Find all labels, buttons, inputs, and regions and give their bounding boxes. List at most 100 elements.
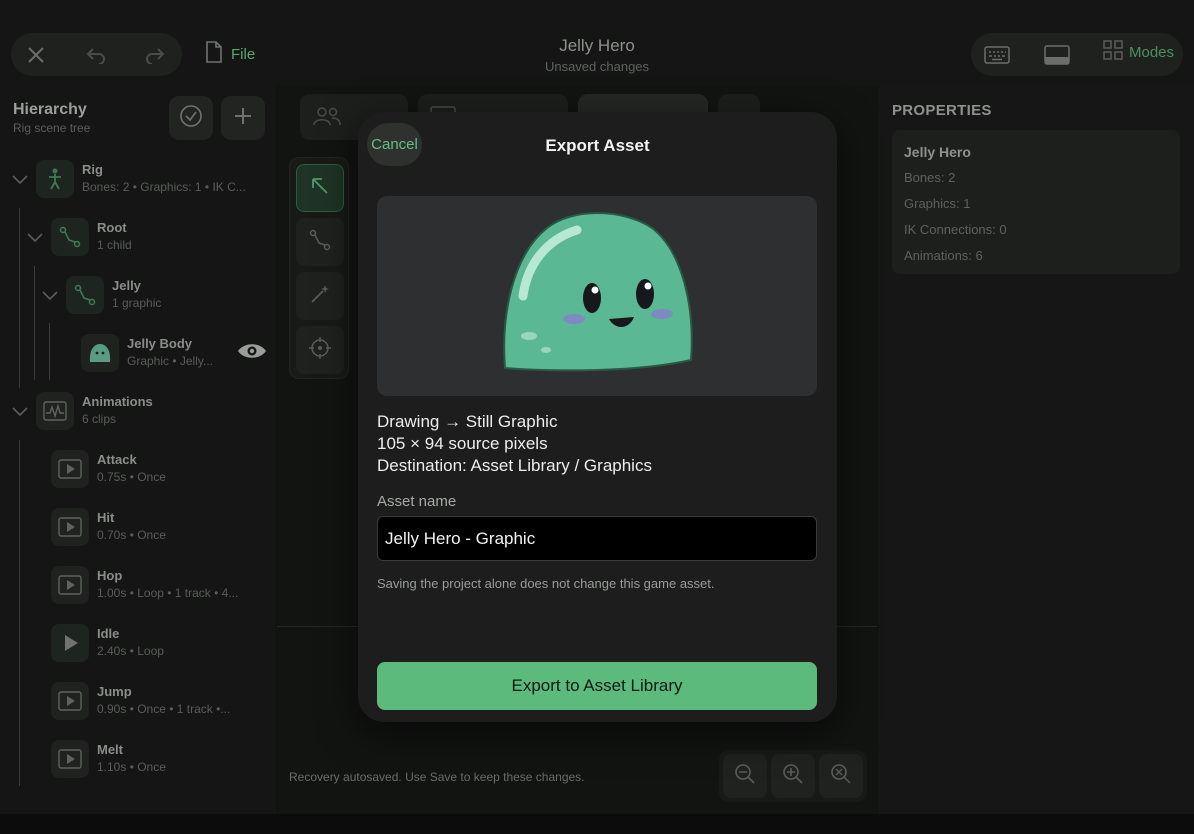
file-button[interactable]: File [205,40,255,68]
node-meta: Bones: 2 • Graphics: 1 • IK C... [82,180,246,194]
top-bar: File Jelly Hero Unsaved changes Modes [0,0,1194,86]
property-line: Graphics: 1 [904,196,971,211]
zoom-in-icon [782,763,804,790]
hierarchy-panel: Hierarchy Rig scene tree Rig Bones: 2 • … [0,86,276,814]
modes-label: Modes [1129,43,1175,61]
chevron-down-icon[interactable] [10,169,30,189]
zoom-out-button[interactable] [723,754,767,798]
source-size-info: 105 × 94 source pixels [377,434,548,453]
document-title-area: Jelly Hero Unsaved changes [447,36,747,74]
property-object-name: Jelly Hero [904,144,971,160]
clip-name: Idle [97,626,120,641]
clip-name: Melt [97,742,123,757]
node-name: Animations [82,394,153,409]
redo-icon[interactable] [135,33,175,76]
document-icon [205,41,223,67]
close-icon[interactable] [16,33,56,76]
conversion-info: Drawing → Still Graphic [377,412,558,431]
bone-icon [51,218,89,256]
chevron-down-icon[interactable] [40,285,60,305]
document-title: Jelly Hero [559,36,635,55]
app-root: File Jelly Hero Unsaved changes Modes Hi… [0,0,1194,834]
clip-item-attack[interactable]: Attack 0.75s • Once [0,444,276,494]
zoom-fit-button[interactable] [819,754,863,798]
arrow-up-left-icon [310,176,330,201]
node-meta: 6 clips [82,412,117,426]
property-line: Animations: 6 [904,248,983,263]
destination-info: Destination: Asset Library / Graphics [377,456,652,475]
crosshair-icon [308,336,332,365]
tool-strip [289,157,349,379]
clip-meta: 2.40s • Loop [97,644,164,658]
play-icon[interactable] [51,566,89,604]
plus-icon [233,106,253,131]
tree-node-jelly-body[interactable]: Jelly Body Graphic • Jelly... [0,328,276,378]
waveform-icon [36,392,74,430]
select-all-button[interactable] [169,96,213,140]
node-name: Jelly Body [127,336,193,351]
target-tool[interactable] [296,326,344,374]
zoom-out-icon [734,763,756,790]
file-label: File [231,45,256,63]
history-controls [11,33,182,76]
tree-node-animations[interactable]: Animations 6 clips [0,386,276,436]
graphic-thumbnail [81,334,119,372]
magic-tool[interactable] [296,272,344,320]
clip-name: Hit [97,510,115,525]
bone-icon [66,276,104,314]
undo-icon[interactable] [76,33,116,76]
chevron-down-icon[interactable] [25,227,45,247]
node-meta: Graphic • Jelly... [127,354,214,368]
play-icon[interactable] [51,740,89,778]
node-name: Rig [82,162,103,177]
clip-name: Jump [97,684,132,699]
node-meta: 1 graphic [112,296,162,310]
clip-meta: 1.00s • Loop • 1 track • 4... [97,586,239,600]
property-line: IK Connections: 0 [904,222,1007,237]
select-tool[interactable] [296,164,344,212]
hierarchy-title: Hierarchy [13,101,87,118]
clip-name: Attack [97,452,137,467]
check-circle-icon [179,104,203,133]
export-button[interactable]: Export to Asset Library [377,662,817,710]
add-node-button[interactable] [221,96,265,140]
clip-meta: 1.10s • Once [97,760,166,774]
chevron-down-icon[interactable] [10,401,30,421]
clip-item-hop[interactable]: Hop 1.00s • Loop • 1 track • 4... [0,560,276,610]
play-icon[interactable] [51,450,89,488]
keyboard-icon[interactable] [977,33,1017,76]
tree-node-root[interactable]: Root 1 child [0,212,276,262]
zoom-in-button[interactable] [771,754,815,798]
asset-preview [377,196,817,396]
play-icon[interactable] [51,682,89,720]
recovery-status: Recovery autosaved. Use Save to keep the… [289,770,585,784]
panel-toggle-icon[interactable] [1037,33,1077,76]
zoom-fit-icon [830,763,852,790]
clip-item-idle[interactable]: Idle 2.40s • Loop [0,618,276,668]
play-icon[interactable] [51,508,89,546]
clip-item-jump[interactable]: Jump 0.90s • Once • 1 track •... [0,676,276,726]
tree-node-rig[interactable]: Rig Bones: 2 • Graphics: 1 • IK C... [0,154,276,204]
jelly-character-image [503,212,693,372]
modes-button[interactable]: Modes [1103,40,1174,64]
clip-name: Hop [97,568,123,583]
bottom-bar [0,814,1194,834]
play-active-icon[interactable] [51,624,89,662]
property-line: Bones: 2 [904,170,956,185]
asset-name-input[interactable] [377,516,817,561]
people-icon [312,106,342,129]
properties-card: Jelly Hero Bones: 2 Graphics: 1 IK Conne… [892,130,1180,274]
tree-node-jelly[interactable]: Jelly 1 graphic [0,270,276,320]
properties-panel: PROPERTIES Jelly Hero Bones: 2 Graphics:… [878,86,1194,814]
bone-tool[interactable] [296,218,344,266]
hierarchy-subtitle: Rig scene tree [13,121,91,135]
clip-item-melt[interactable]: Melt 1.10s • Once [0,734,276,784]
clip-meta: 0.70s • Once [97,528,166,542]
eye-icon[interactable] [237,342,267,365]
clip-item-hit[interactable]: Hit 0.70s • Once [0,502,276,552]
save-hint: Saving the project alone does not change… [377,576,715,591]
clip-meta: 0.90s • Once • 1 track •... [97,702,231,716]
export-asset-dialog: Cancel Export Asset Drawing → Still Grap… [358,112,837,722]
zoom-controls [719,750,867,802]
node-name: Root [97,220,127,235]
